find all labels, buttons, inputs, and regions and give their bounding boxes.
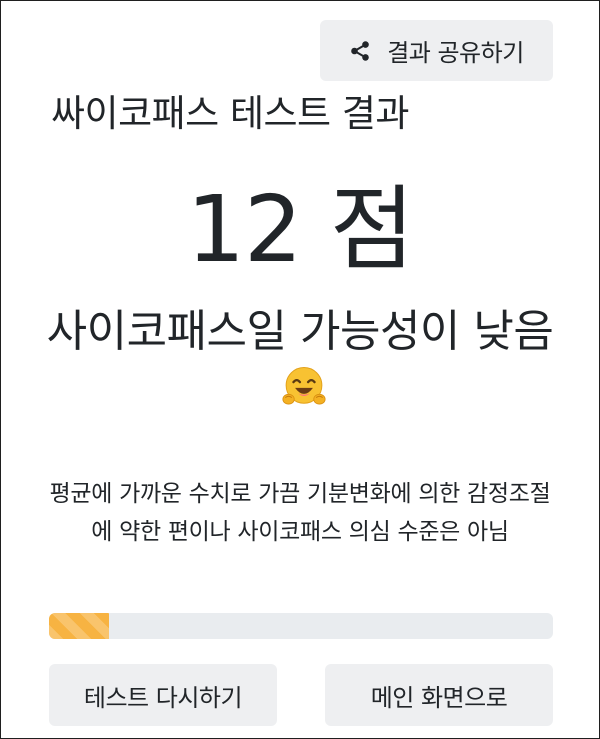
hugging-face-icon (282, 367, 326, 405)
verdict: 사이코패스일 가능성이 낮음 (41, 303, 559, 422)
share-button-label: 결과 공유하기 (387, 39, 524, 67)
home-button-label: 메인 화면으로 (370, 683, 508, 712)
score-value: 12 점 (186, 176, 415, 283)
retry-button-label: 테스트 다시하기 (83, 683, 243, 712)
score-progress-bar (49, 613, 553, 639)
page-title: 싸이코패스 테스트 결과 (51, 92, 409, 135)
retry-test-button[interactable]: 테스트 다시하기 (49, 664, 277, 726)
verdict-text: 사이코패스일 가능성이 낮음 (46, 306, 554, 357)
score-progress-fill (49, 613, 110, 639)
result-page: 결과 공유하기 싸이코패스 테스트 결과 12 점 사이코패스일 가능성이 낮음… (0, 0, 600, 739)
main-screen-button[interactable]: 메인 화면으로 (325, 664, 553, 726)
share-result-button[interactable]: 결과 공유하기 (320, 20, 553, 81)
result-description: 평균에 가까운 수치로 가끔 기분변화에 의한 감정조절에 약한 편이나 사이코… (49, 481, 551, 545)
share-icon (351, 40, 369, 61)
